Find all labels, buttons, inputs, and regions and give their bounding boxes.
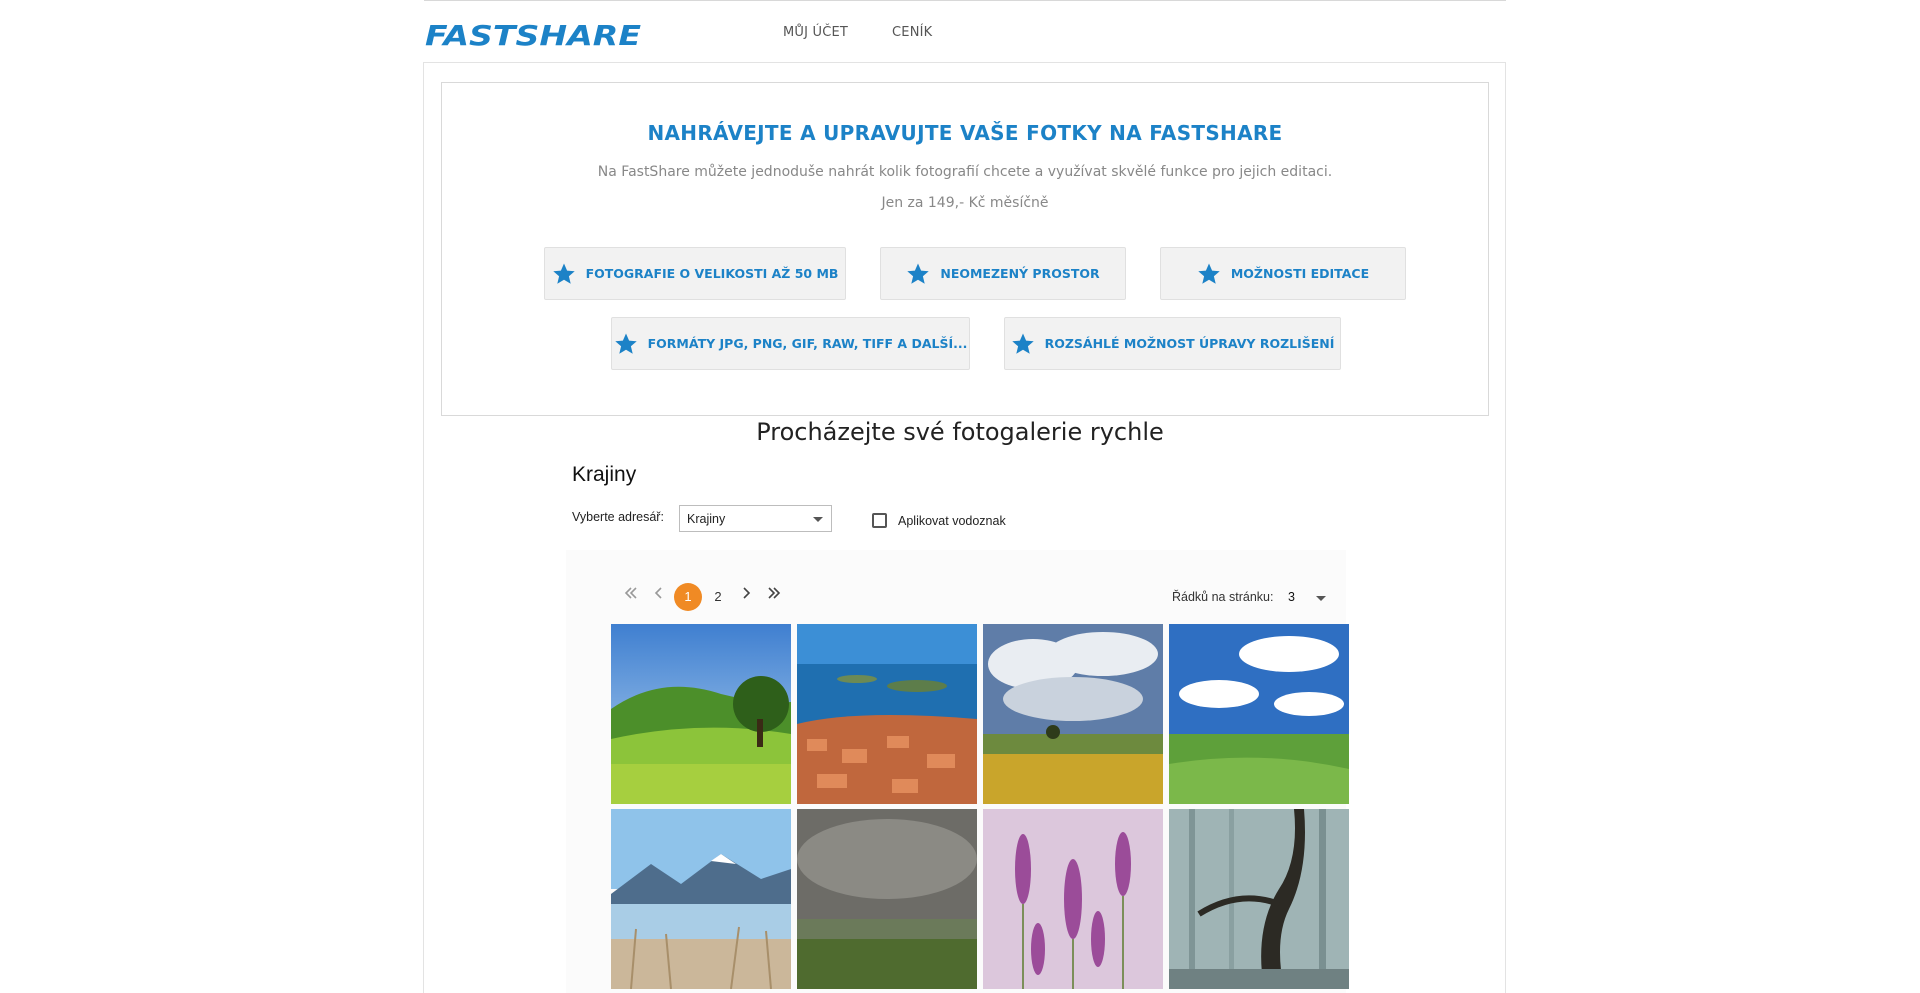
page-1-button[interactable]: 1 [674,583,702,611]
directory-select[interactable]: Krajiny [679,505,832,532]
fastshare-logo[interactable]: FASTSHARE [423,20,645,50]
lavender-flowers-photo[interactable] [983,809,1163,989]
promo-title: NAHRÁVEJTE A UPRAVUJTE VAŠE FOTKY NA FAS… [647,121,1283,145]
feature-label: MOŽNOSTI EDITACE [1230,266,1370,281]
prev-page-icon[interactable] [652,586,666,600]
top-divider [424,0,1506,1]
feature-label: FORMÁTY JPG, PNG, GIF, RAW, TIFF A DALŠÍ… [647,336,968,351]
green-meadow-tree-photo[interactable] [611,624,791,804]
page-2-button[interactable]: 2 [704,583,732,611]
stormy-hills-photo[interactable] [797,809,977,989]
watermark-label[interactable]: Aplikovat vodoznak [898,514,1006,528]
feature-resolution-button[interactable]: ROZSÁHLÉ MOŽNOST ÚPRAVY ROZLIŠENÍ [1004,317,1341,370]
logo-wordmark: FASTSHARE [425,20,641,50]
logo-text: FASTSHARE [425,20,641,50]
chevron-down-icon [813,517,823,522]
star-icon [1197,262,1221,286]
next-page-icon[interactable] [739,586,753,600]
star-icon [1011,332,1035,356]
green-valley-clouds-photo[interactable] [1169,624,1349,804]
feature-editing-button[interactable]: MOŽNOSTI EDITACE [1160,247,1406,300]
last-page-icon[interactable] [767,586,781,600]
nav-my-account[interactable]: MŮJ ÚČET [783,25,848,40]
rows-per-page-label: Řádků na stránku: [1172,590,1274,604]
directory-label: Vyberte adresář: [572,510,664,524]
rows-per-page-select[interactable]: 3 [1288,590,1295,604]
feature-unlimited-storage-button[interactable]: NEOMEZENÝ PROSTOR [880,247,1126,300]
feature-formats-button[interactable]: FORMÁTY JPG, PNG, GIF, RAW, TIFF A DALŠÍ… [611,317,970,370]
watermark-checkbox[interactable] [872,513,887,528]
feature-label: ROZSÁHLÉ MOŽNOST ÚPRAVY ROZLIŠENÍ [1044,336,1335,351]
star-icon [552,262,576,286]
directory-select-value: Krajiny [687,512,726,526]
star-icon [614,332,638,356]
promo-description: Na FastShare můžete jednoduše nahrát kol… [597,164,1333,180]
promo-price: Jen za 149,- Kč měsíčně [881,195,1049,211]
chevron-down-icon[interactable] [1316,596,1326,601]
album-title: Krajiny [572,463,637,486]
feature-photo-size-button[interactable]: FOTOGRAFIE O VELIKOSTI AŽ 50 MB [544,247,846,300]
feature-label: NEOMEZENÝ PROSTOR [940,266,1100,281]
nav-pricing[interactable]: CENÍK [892,25,932,40]
star-icon [906,262,930,286]
feature-label: FOTOGRAFIE O VELIKOSTI AŽ 50 MB [585,266,839,281]
misty-forest-tree-photo[interactable] [1169,809,1349,989]
clouds-yellow-field-photo[interactable] [983,624,1163,804]
first-page-icon[interactable] [624,586,638,600]
mountain-lake-reeds-photo[interactable] [611,809,791,989]
gallery-heading: Procházejte své fotogalerie rychle [756,418,1164,446]
coastal-town-islands-photo[interactable] [797,624,977,804]
